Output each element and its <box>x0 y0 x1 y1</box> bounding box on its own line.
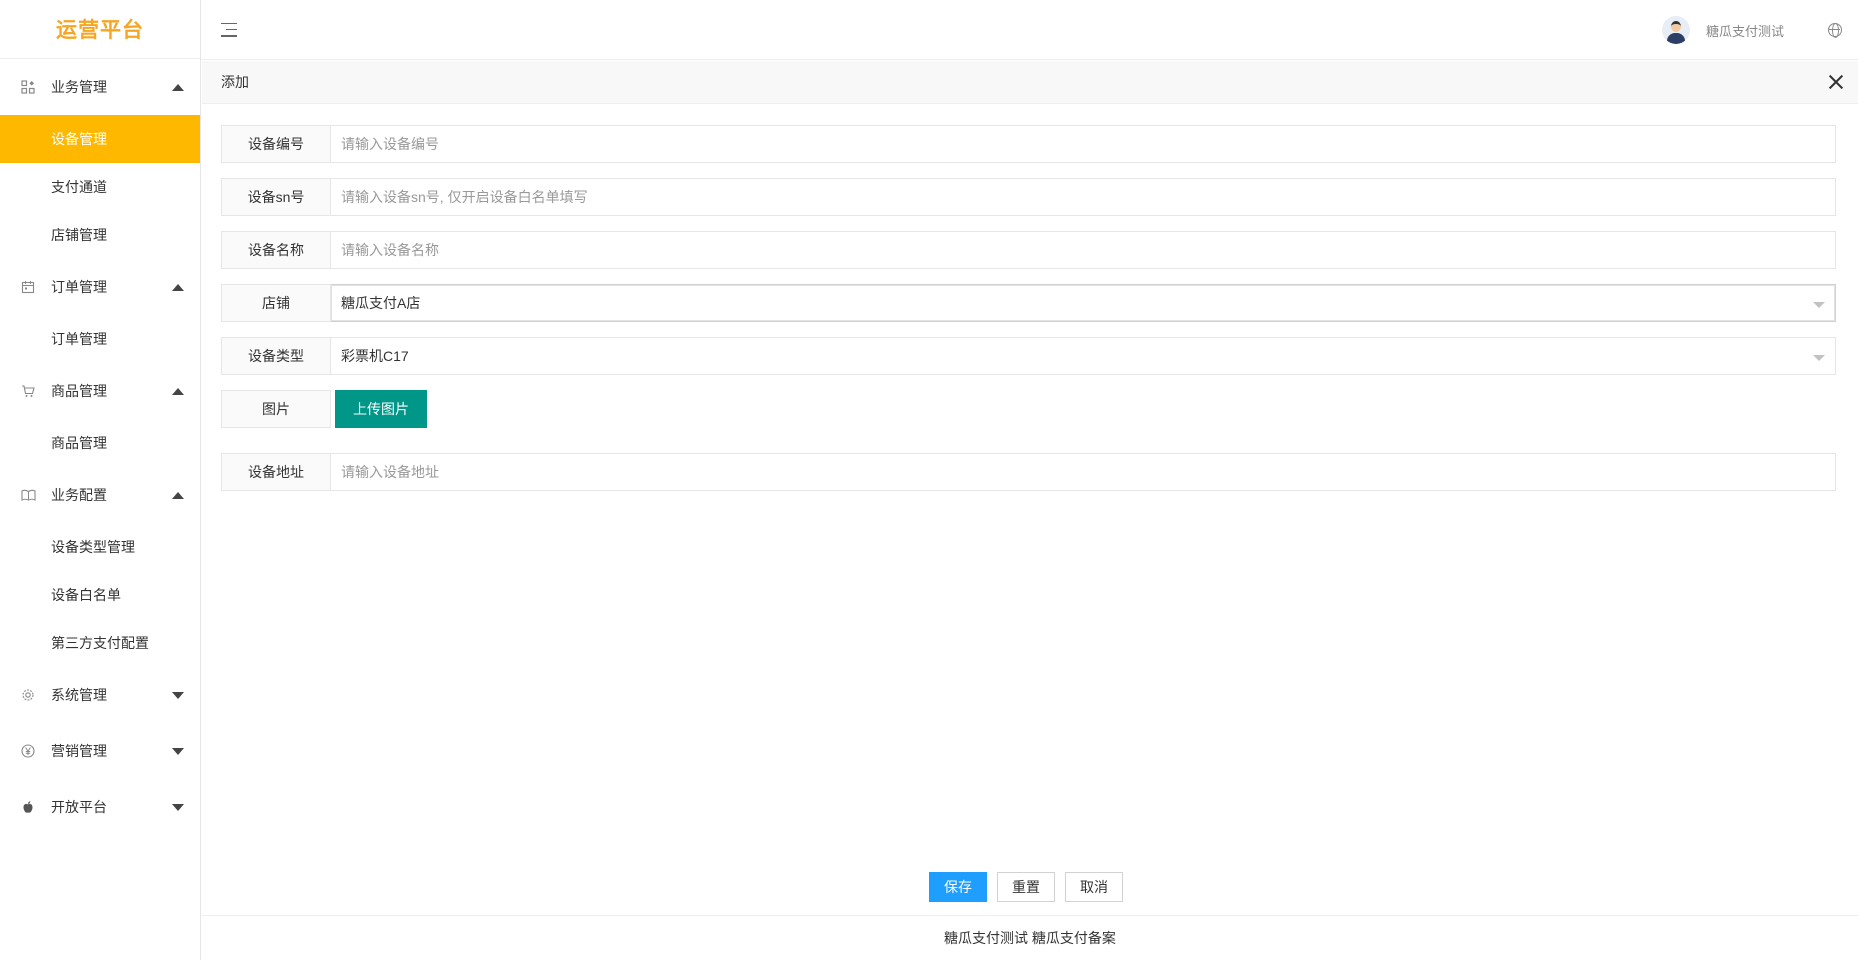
save-button[interactable]: 保存 <box>929 872 987 902</box>
calendar-icon <box>20 279 36 295</box>
globe-icon[interactable] <box>1828 23 1842 38</box>
menu-head-products[interactable]: 商品管理 <box>0 363 200 419</box>
form-row-address: 设备地址 <box>221 453 1836 491</box>
reset-button[interactable]: 重置 <box>997 872 1055 902</box>
yen-icon <box>20 743 36 759</box>
upload-image-button[interactable]: 上传图片 <box>335 390 427 428</box>
caret-down-icon <box>172 803 184 811</box>
cart-icon <box>20 383 36 399</box>
device-type-select[interactable]: 彩票机C17 <box>331 337 1836 375</box>
form-row-device-sn: 设备sn号 <box>221 178 1836 216</box>
menu-group-orders: 订单管理 订单管理 <box>0 259 200 363</box>
dialog-actions: 保存 重置 取消 <box>929 872 1133 902</box>
dialog-title-bar: 添加 <box>202 61 1858 104</box>
gear-icon <box>20 687 36 703</box>
user-menu[interactable]: 糖瓜支付测试 <box>1661 0 1784 60</box>
field-label: 设备名称 <box>221 231 331 269</box>
menu-group-products: 商品管理 商品管理 <box>0 363 200 467</box>
menu-group-business: 业务管理 设备管理 支付通道 店铺管理 <box>0 59 200 259</box>
menu-head-label: 营销管理 <box>51 743 107 759</box>
form-row-device-type: 设备类型 彩票机C17 <box>221 337 1836 375</box>
logo-text: 运营平台 <box>56 19 144 42</box>
top-header: 糖瓜支付测试 <box>201 0 1858 60</box>
add-device-form: 设备编号 设备sn号 设备名称 店铺 糖瓜支付A店 设备类型 彩票机C17 图片… <box>221 125 1836 506</box>
device-name-control <box>331 231 1836 269</box>
dialog-title: 添加 <box>221 74 249 90</box>
sidebar-item-payment-channel[interactable]: 支付通道 <box>0 163 200 211</box>
form-row-device-no: 设备编号 <box>221 125 1836 163</box>
caret-up-icon <box>172 387 184 395</box>
address-input[interactable] <box>331 454 1835 490</box>
menu-group-system: 系统管理 <box>0 667 200 723</box>
device-type-select-value: 彩票机C17 <box>341 348 409 364</box>
chevron-down-icon <box>1813 302 1825 308</box>
menu-head-system[interactable]: 系统管理 <box>0 667 200 723</box>
menu-head-label: 系统管理 <box>51 687 107 703</box>
menu-head-label: 开放平台 <box>51 799 107 815</box>
sidebar-item-order-management[interactable]: 订单管理 <box>0 315 200 363</box>
field-label: 设备sn号 <box>221 178 331 216</box>
caret-up-icon <box>172 83 184 91</box>
menu-head-marketing[interactable]: 营销管理 <box>0 723 200 779</box>
field-label: 设备地址 <box>221 453 331 491</box>
store-select[interactable]: 糖瓜支付A店 <box>331 284 1836 322</box>
cancel-button[interactable]: 取消 <box>1065 872 1123 902</box>
caret-down-icon <box>172 691 184 699</box>
field-label: 设备编号 <box>221 125 331 163</box>
menu-head-label: 商品管理 <box>51 383 107 399</box>
apple-icon <box>20 799 36 815</box>
sidebar-item-product-management[interactable]: 商品管理 <box>0 419 200 467</box>
field-label: 店铺 <box>221 284 331 322</box>
field-label: 设备类型 <box>221 337 331 375</box>
menu-head-business[interactable]: 业务管理 <box>0 59 200 115</box>
device-no-input[interactable] <box>331 126 1835 162</box>
sidebar-item-third-party-payment[interactable]: 第三方支付配置 <box>0 619 200 667</box>
sidebar-item-device-management[interactable]: 设备管理 <box>0 115 200 163</box>
sidebar-item-device-whitelist[interactable]: 设备白名单 <box>0 571 200 619</box>
field-label: 图片 <box>221 390 331 428</box>
avatar <box>1661 16 1690 44</box>
logo[interactable]: 运营平台 <box>0 0 200 59</box>
device-name-input[interactable] <box>331 232 1835 268</box>
menu-group-open-platform: 开放平台 <box>0 779 200 835</box>
device-sn-control <box>331 178 1836 216</box>
user-name: 糖瓜支付测试 <box>1705 23 1784 39</box>
sidebar-item-store-management[interactable]: 店铺管理 <box>0 211 200 259</box>
form-row-device-name: 设备名称 <box>221 231 1836 269</box>
grid-icon <box>20 79 36 95</box>
menu-head-open-platform[interactable]: 开放平台 <box>0 779 200 835</box>
chevron-down-icon <box>1813 355 1825 361</box>
menu-head-label: 业务管理 <box>51 79 107 95</box>
form-row-image: 图片 上传图片 <box>221 390 1836 428</box>
menu-head-config[interactable]: 业务配置 <box>0 467 200 523</box>
menu-group-marketing: 营销管理 <box>0 723 200 779</box>
device-sn-input[interactable] <box>331 179 1835 215</box>
footer-text: 糖瓜支付测试 糖瓜支付备案 <box>944 930 1116 946</box>
footer: 糖瓜支付测试 糖瓜支付备案 <box>202 915 1858 960</box>
caret-down-icon <box>172 747 184 755</box>
menu-toggle-icon[interactable] <box>221 22 237 37</box>
book-icon <box>20 487 36 503</box>
sidebar: 运营平台 业务管理 设备管理 支付通道 店铺管理 订单管理 订单管理 商品管理 … <box>0 0 201 960</box>
close-icon[interactable] <box>1828 74 1844 90</box>
device-no-control <box>331 125 1836 163</box>
menu-head-label: 业务配置 <box>51 487 107 503</box>
menu-head-label: 订单管理 <box>51 279 107 295</box>
menu-group-config: 业务配置 设备类型管理 设备白名单 第三方支付配置 <box>0 467 200 667</box>
caret-up-icon <box>172 283 184 291</box>
store-select-value: 糖瓜支付A店 <box>341 295 421 311</box>
form-row-store: 店铺 糖瓜支付A店 <box>221 284 1836 322</box>
sidebar-item-device-type[interactable]: 设备类型管理 <box>0 523 200 571</box>
address-control <box>331 453 1836 491</box>
caret-up-icon <box>172 491 184 499</box>
menu-head-orders[interactable]: 订单管理 <box>0 259 200 315</box>
